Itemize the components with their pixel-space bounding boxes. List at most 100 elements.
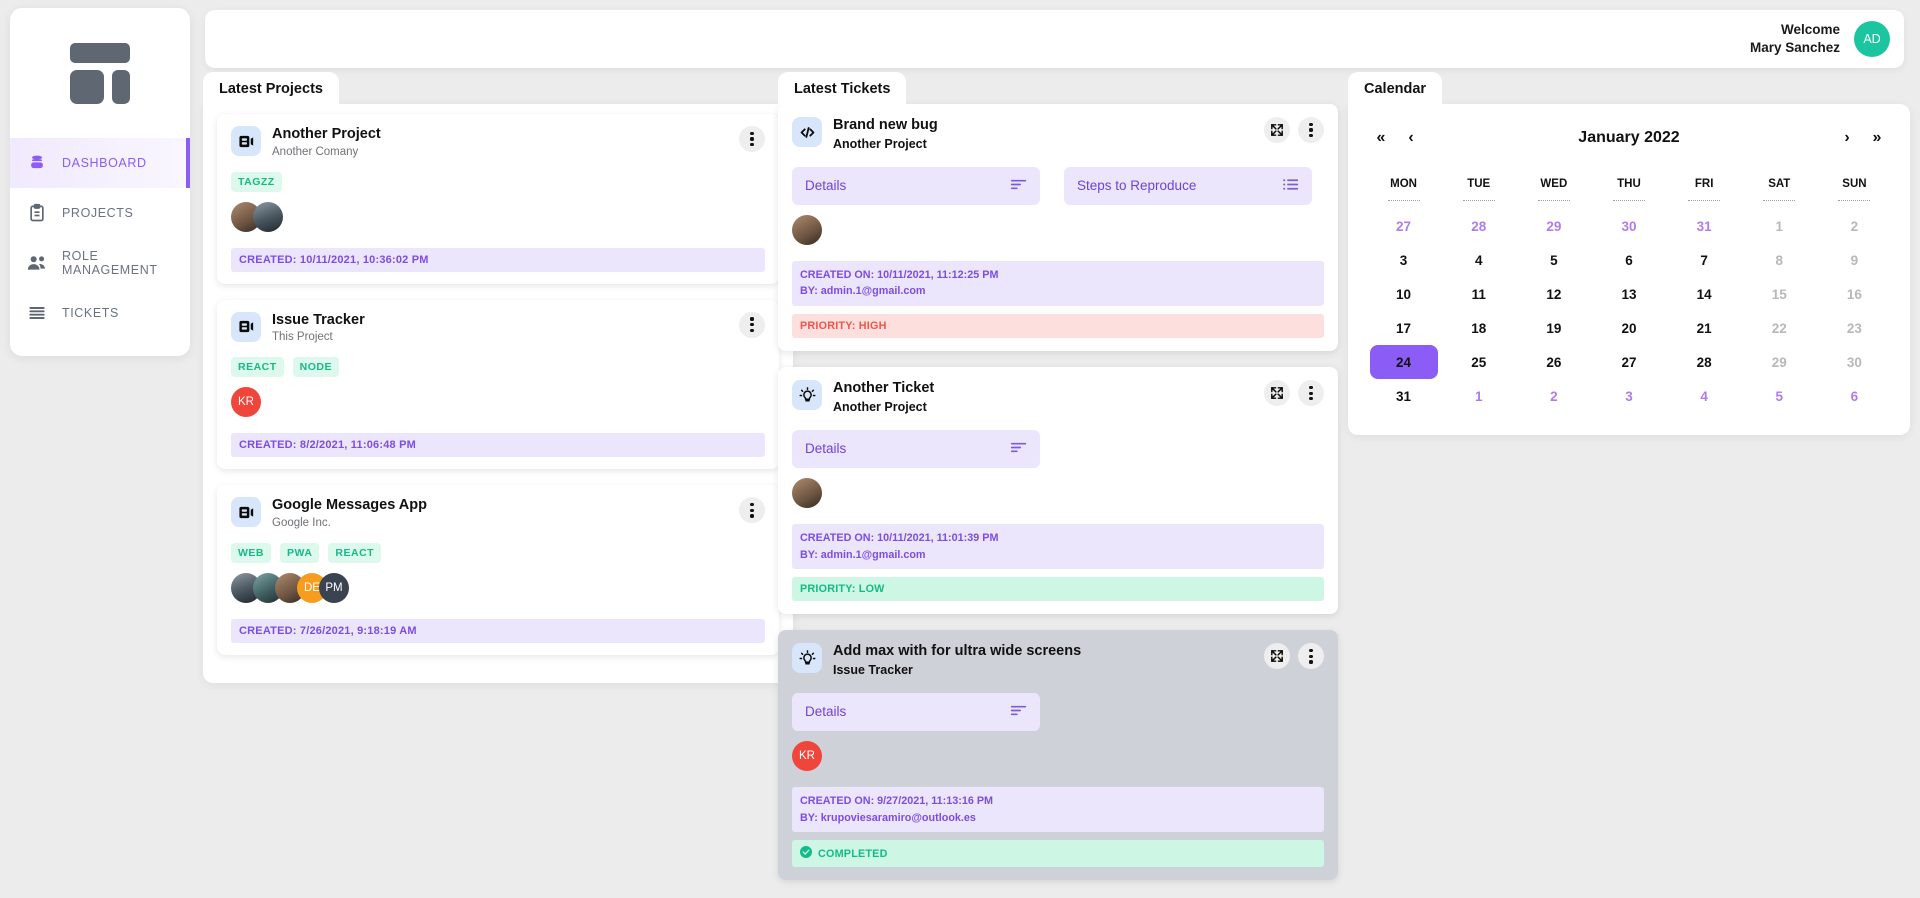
calendar-day[interactable]: 2 [1817, 209, 1892, 243]
calendar-day[interactable]: 9 [1817, 243, 1892, 277]
calendar-day[interactable]: 13 [1591, 277, 1666, 311]
calendar-last-button[interactable]: » [1862, 129, 1892, 147]
calendar-day[interactable]: 21 [1667, 311, 1742, 345]
calendar-day[interactable]: 28 [1441, 209, 1516, 243]
tab-latest-tickets[interactable]: Latest Tickets [778, 72, 907, 105]
calendar-first-button[interactable]: « [1366, 129, 1396, 147]
calendar-day[interactable]: 10 [1366, 277, 1441, 311]
calendar-day[interactable]: 27 [1591, 345, 1666, 379]
calendar-day[interactable]: 5 [1742, 379, 1817, 413]
calendar-day[interactable]: 4 [1667, 379, 1742, 413]
calendar-day[interactable]: 3 [1591, 379, 1666, 413]
calendar-day[interactable]: 12 [1516, 277, 1591, 311]
ticket-card[interactable]: Add max with for ultra wide screens Issue… [778, 630, 1338, 881]
clipboard-icon [26, 202, 48, 224]
calendar-day-number: 31 [1396, 388, 1412, 404]
calendar-day[interactable]: 6 [1817, 379, 1892, 413]
avatar[interactable]: AD [1854, 21, 1890, 57]
calendar-day[interactable]: 29 [1516, 209, 1591, 243]
calendar-day[interactable]: 31 [1667, 209, 1742, 243]
align-left-icon [1010, 177, 1027, 195]
ticket-chip-label: Steps to Reproduce [1077, 178, 1197, 194]
member-avatar[interactable]: KR [792, 740, 822, 771]
ticket-chip[interactable]: Details [792, 429, 1040, 468]
project-options-button[interactable] [739, 311, 765, 338]
calendar-next-button[interactable]: › [1832, 129, 1862, 147]
project-icon [231, 126, 261, 156]
calendar-day[interactable]: 31 [1366, 379, 1441, 413]
tab-calendar[interactable]: Calendar [1348, 72, 1443, 105]
calendar-day[interactable]: 28 [1667, 345, 1742, 379]
calendar-day[interactable]: 30 [1591, 209, 1666, 243]
bullet-list-icon [1282, 177, 1299, 195]
calendar-day[interactable]: 16 [1817, 277, 1892, 311]
ticket-chip[interactable]: Details [792, 692, 1040, 731]
ticket-options-button[interactable] [1298, 643, 1324, 670]
calendar-day[interactable]: 4 [1441, 243, 1516, 277]
calendar-day[interactable]: 1 [1742, 209, 1817, 243]
code-icon [792, 117, 822, 147]
ticket-chip[interactable]: Steps to Reproduce [1064, 166, 1312, 205]
calendar-day[interactable]: 25 [1441, 345, 1516, 379]
calendar-day[interactable]: 5 [1516, 243, 1591, 277]
calendar-prev-button[interactable]: ‹ [1396, 129, 1426, 147]
calendar-day[interactable]: 30 [1817, 345, 1892, 379]
calendar-day[interactable]: 11 [1441, 277, 1516, 311]
calendar-day[interactable]: 6 [1591, 243, 1666, 277]
sidebar-item-projects[interactable]: PROJECTS [10, 188, 190, 238]
calendar-day[interactable]: 29 [1742, 345, 1817, 379]
project-tag: WEB [231, 543, 271, 564]
member-avatar[interactable] [792, 477, 822, 508]
project-card[interactable]: Issue Tracker This Project REACT NODE KR CREA… [217, 299, 779, 470]
calendar-day[interactable]: 2 [1516, 379, 1591, 413]
ticket-members: KR [792, 740, 1324, 773]
calendar-day[interactable]: 27 [1366, 209, 1441, 243]
calendar-day-header: FRI [1688, 170, 1721, 201]
ticket-card[interactable]: Brand new bug Another Project Details Steps… [778, 104, 1338, 352]
project-company: This Project [272, 331, 333, 344]
calendar-day[interactable]: 23 [1817, 311, 1892, 345]
sidebar-item-dashboard[interactable]: DASHBOARD [10, 138, 190, 188]
sidebar-item-role-management[interactable]: ROLE MANAGEMENT [10, 238, 190, 288]
project-options-button[interactable] [739, 126, 765, 152]
calendar-day[interactable]: 17 [1366, 311, 1441, 345]
project-tag: NODE [292, 357, 340, 378]
calendar-day[interactable]: 26 [1516, 345, 1591, 379]
project-card[interactable]: Google Messages App Google Inc. WEB PWA REAC… [217, 485, 779, 656]
calendar-day-number: 13 [1621, 286, 1637, 302]
calendar-day[interactable]: 19 [1516, 311, 1591, 345]
tab-latest-projects[interactable]: Latest Projects [203, 72, 339, 105]
ticket-card[interactable]: Another Ticket Another Project Details CREA… [778, 367, 1338, 615]
member-avatar[interactable] [253, 201, 283, 232]
member-avatar[interactable]: PM [319, 573, 349, 604]
calendar-day[interactable]: 18 [1441, 311, 1516, 345]
ticket-status-badge: COMPLETED [792, 840, 1324, 868]
project-card[interactable]: Another Project Another Comany TAGZZ CREATE… [217, 114, 779, 284]
expand-icon[interactable] [1264, 380, 1290, 407]
expand-icon[interactable] [1264, 643, 1290, 670]
calendar-day-number: 5 [1550, 252, 1558, 268]
project-created: CREATED: 8/2/2021, 11:06:48 PM [231, 433, 765, 458]
project-options-button[interactable] [739, 497, 765, 524]
calendar-day[interactable]: 15 [1742, 277, 1817, 311]
calendar-day[interactable]: 20 [1591, 311, 1666, 345]
calendar-day[interactable]: 14 [1667, 277, 1742, 311]
align-left-icon [1010, 440, 1027, 458]
calendar-day[interactable]: 7 [1667, 243, 1742, 277]
calendar-day[interactable]: 1 [1441, 379, 1516, 413]
calendar-day[interactable]: 8 [1742, 243, 1817, 277]
ticket-options-button[interactable] [1298, 117, 1324, 143]
calendar-title[interactable]: January 2022 [1426, 129, 1832, 147]
calendar-day-number: 2 [1550, 388, 1558, 404]
calendar-day[interactable]: 22 [1742, 311, 1817, 345]
calendar-day-selected[interactable]: 24 [1366, 345, 1441, 379]
expand-icon[interactable] [1264, 117, 1290, 143]
member-avatar[interactable] [792, 214, 822, 245]
member-avatar[interactable]: KR [231, 387, 261, 418]
sidebar-item-tickets[interactable]: TICKETS [10, 288, 190, 338]
sidebar-item-label: ROLE MANAGEMENT [62, 249, 158, 277]
ticket-chip[interactable]: Details [792, 166, 1040, 205]
calendar-day[interactable]: 3 [1366, 243, 1441, 277]
ticket-options-button[interactable] [1298, 380, 1324, 407]
latest-projects-panel: Another Project Another Comany TAGZZ CREATE… [203, 104, 793, 684]
